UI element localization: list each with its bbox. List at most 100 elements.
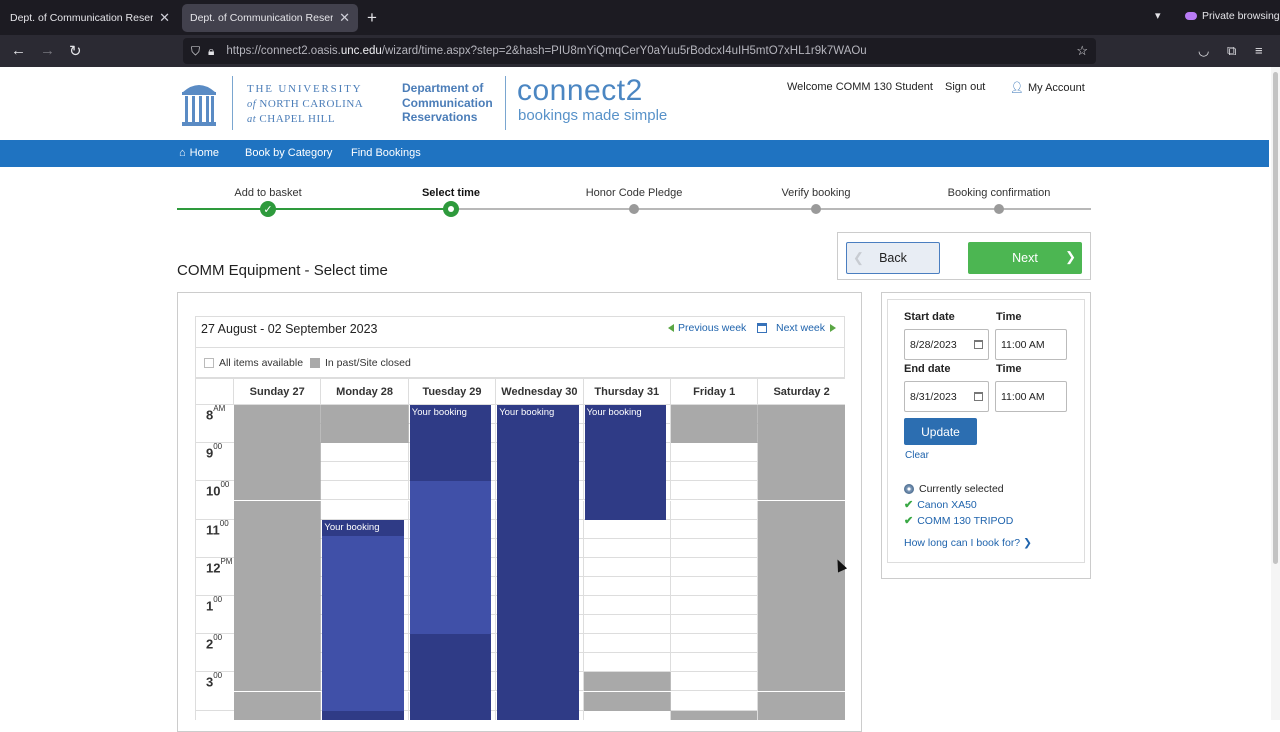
- time-slot[interactable]: [671, 557, 759, 577]
- time-slot[interactable]: [234, 710, 322, 720]
- time-slot[interactable]: [758, 519, 845, 539]
- time-slot[interactable]: [671, 500, 759, 520]
- time-slot[interactable]: [671, 462, 759, 482]
- sign-out-link[interactable]: Sign out: [945, 81, 985, 93]
- menu-icon[interactable]: ≡: [1255, 43, 1263, 58]
- end-time-input[interactable]: 11:00 AM: [995, 381, 1067, 412]
- time-slot[interactable]: [758, 596, 845, 616]
- time-slot[interactable]: [583, 653, 671, 673]
- time-slot[interactable]: [671, 538, 759, 558]
- time-slot[interactable]: [583, 634, 671, 654]
- start-time-input[interactable]: 11:00 AM: [995, 329, 1067, 360]
- time-slot[interactable]: [583, 576, 671, 596]
- update-button[interactable]: Update: [904, 418, 977, 445]
- previous-week-link[interactable]: Previous week: [668, 322, 746, 334]
- back-button[interactable]: ❮ Back: [846, 242, 940, 274]
- chevron-down-icon[interactable]: ▾: [1155, 9, 1161, 22]
- time-slot[interactable]: [758, 576, 845, 596]
- time-slot[interactable]: [234, 424, 322, 444]
- time-slot[interactable]: [234, 615, 322, 635]
- calendar-icon[interactable]: [974, 392, 983, 401]
- time-slot[interactable]: [321, 443, 409, 463]
- time-slot[interactable]: [758, 615, 845, 635]
- time-slot[interactable]: [234, 462, 322, 482]
- extensions-icon[interactable]: ⧉: [1227, 43, 1236, 59]
- time-slot[interactable]: [758, 424, 845, 444]
- nav-home[interactable]: ⌂ Home: [179, 147, 219, 159]
- time-slot[interactable]: [758, 653, 845, 673]
- time-slot[interactable]: [758, 538, 845, 558]
- time-slot[interactable]: [234, 596, 322, 616]
- scrollbar-thumb[interactable]: [1273, 72, 1278, 564]
- shield-icon[interactable]: ⛉: [191, 44, 200, 59]
- time-slot[interactable]: [758, 710, 845, 720]
- time-slot[interactable]: [671, 691, 759, 711]
- close-tab-icon[interactable]: ✕: [159, 10, 170, 26]
- booking-block[interactable]: Your booking: [497, 405, 579, 720]
- time-slot[interactable]: [234, 481, 322, 501]
- time-slot[interactable]: [234, 443, 322, 463]
- time-slot[interactable]: [583, 519, 671, 539]
- start-date-input[interactable]: 8/28/2023: [904, 329, 989, 360]
- time-slot[interactable]: [758, 481, 845, 501]
- time-slot[interactable]: [671, 634, 759, 654]
- time-slot[interactable]: [671, 576, 759, 596]
- connect2-logo[interactable]: connect2: [517, 74, 643, 108]
- time-slot[interactable]: [758, 462, 845, 482]
- time-slot[interactable]: [758, 443, 845, 463]
- time-slot[interactable]: [234, 653, 322, 673]
- time-slot[interactable]: [234, 576, 322, 596]
- clear-link[interactable]: Clear: [905, 450, 929, 461]
- forward-arrow-icon[interactable]: →: [40, 42, 55, 59]
- time-slot[interactable]: [671, 653, 759, 673]
- time-slot[interactable]: [321, 405, 409, 425]
- time-slot[interactable]: [234, 538, 322, 558]
- booking-block[interactable]: Your booking: [584, 405, 666, 520]
- address-bar[interactable]: ⛉ 🔒︎ https://connect2.oasis.unc.edu/wiza…: [183, 38, 1096, 64]
- time-slot[interactable]: [671, 443, 759, 463]
- how-long-link[interactable]: How long can I book for? ❯: [904, 537, 1032, 549]
- time-slot[interactable]: [234, 634, 322, 654]
- time-slot[interactable]: [234, 672, 322, 692]
- time-slot[interactable]: [758, 500, 845, 520]
- time-slot[interactable]: [671, 596, 759, 616]
- time-slot[interactable]: [583, 691, 671, 711]
- time-slot[interactable]: [758, 672, 845, 692]
- time-slot[interactable]: [671, 519, 759, 539]
- nav-book-by-category[interactable]: Book by Category: [245, 147, 332, 159]
- my-account-link[interactable]: 👤︎ My Account: [1010, 81, 1085, 95]
- time-slot[interactable]: [321, 481, 409, 501]
- time-slot[interactable]: [583, 710, 671, 720]
- time-slot[interactable]: [671, 615, 759, 635]
- selected-item[interactable]: ✔ Canon XA50: [904, 498, 977, 512]
- new-tab-icon[interactable]: +: [367, 8, 377, 28]
- bookmark-star-icon[interactable]: ☆: [1076, 43, 1088, 59]
- calendar-grid[interactable]: Sunday 27 Monday 28 Tuesday 29 Wednesday 30…: [195, 378, 845, 720]
- browser-tab[interactable]: Dept. of Communication Reservations ✕: [2, 4, 178, 32]
- time-slot[interactable]: [321, 500, 409, 520]
- time-slot[interactable]: [321, 462, 409, 482]
- time-slot[interactable]: [758, 634, 845, 654]
- selected-item[interactable]: ✔ COMM 130 TRIPOD: [904, 514, 1013, 528]
- calendar-icon[interactable]: [757, 323, 767, 333]
- time-slot[interactable]: [583, 596, 671, 616]
- calendar-icon[interactable]: [974, 340, 983, 349]
- close-tab-icon[interactable]: ✕: [339, 10, 350, 26]
- back-arrow-icon[interactable]: ←: [11, 42, 26, 59]
- time-slot[interactable]: [671, 405, 759, 425]
- time-slot[interactable]: [583, 615, 671, 635]
- next-button[interactable]: Next ❯: [968, 242, 1082, 274]
- time-slot[interactable]: [758, 405, 845, 425]
- time-slot[interactable]: [234, 500, 322, 520]
- nav-find-bookings[interactable]: Find Bookings: [351, 147, 421, 159]
- time-slot[interactable]: [671, 424, 759, 444]
- time-slot[interactable]: [583, 538, 671, 558]
- end-date-input[interactable]: 8/31/2023: [904, 381, 989, 412]
- next-week-link[interactable]: Next week: [757, 322, 837, 334]
- time-slot[interactable]: [583, 557, 671, 577]
- time-slot[interactable]: [234, 557, 322, 577]
- time-slot[interactable]: [234, 405, 322, 425]
- reload-icon[interactable]: ↻: [69, 42, 82, 60]
- time-slot[interactable]: [583, 672, 671, 692]
- pocket-icon[interactable]: ◡: [1198, 43, 1209, 59]
